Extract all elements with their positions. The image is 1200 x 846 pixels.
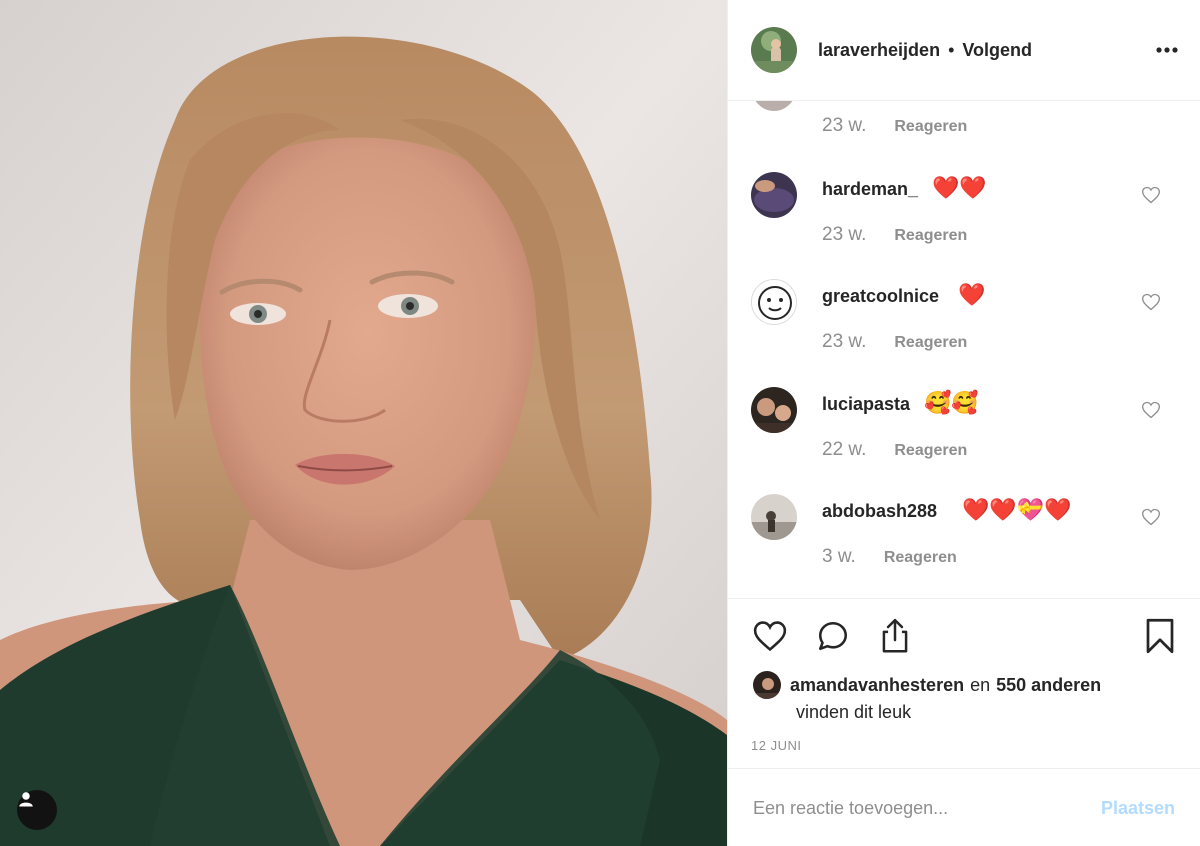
portrait-image [0,0,727,846]
comment-text: ❤️ [958,283,986,308]
reply-button[interactable]: Reageren [894,334,967,352]
commenter-username[interactable]: luciapasta [822,394,910,415]
author-username[interactable]: laraverheijden [818,40,940,61]
comments-list[interactable]: 23 w. Reageren hardeman_ ❤️❤️ 23 w. Reag… [728,101,1200,598]
like-button[interactable] [751,617,789,655]
user-tag-icon [19,792,33,807]
save-bookmark-button[interactable] [1142,616,1178,656]
comment-meta: 22 w. Reageren [822,439,967,461]
comment-item: abdobash288 ❤️❤️💝❤️ 3 w. Reageren [728,494,1200,598]
user-tag-button[interactable] [17,790,57,830]
commenter-username[interactable]: greatcoolnice [822,286,939,307]
post-date[interactable]: 12 JUNI [751,738,801,753]
comment-text: 🥰🥰 [924,391,979,416]
comment-meta: 23 w. Reageren [822,331,967,353]
comment-meta: 3 w. Reageren [822,546,957,568]
commenter-avatar[interactable] [751,387,797,433]
post-header: laraverheijden • Volgend [728,0,1200,101]
comment-text: ❤️❤️💝❤️ [962,498,1072,523]
post-comment-button[interactable]: Plaatsen [1101,798,1175,819]
comment-text: ❤️❤️ [932,176,987,201]
add-comment-form: Plaatsen [728,768,1200,846]
commenter-username[interactable]: abdobash288 [822,501,937,522]
likes-conjunction: en [970,674,991,695]
more-options-button[interactable] [1151,38,1183,62]
likes-others-link[interactable]: 550 anderen [996,675,1101,696]
share-upload-icon [882,618,908,653]
like-comment-heart-icon[interactable] [1141,400,1161,420]
commenter-avatar[interactable] [751,494,797,540]
reply-button[interactable]: Reageren [894,227,967,245]
reply-button[interactable]: Reageren [894,118,967,136]
reply-button[interactable]: Reageren [894,442,967,460]
comment-item: hardeman_ ❤️❤️ 23 w. Reageren [728,172,1200,279]
reply-button[interactable]: Reageren [884,549,957,567]
like-comment-heart-icon[interactable] [1141,292,1161,312]
comment-time[interactable]: 22 w. [822,439,866,461]
post-actions-section: amandavanhesteren en 550 anderen vinden … [728,598,1200,768]
bookmark-icon [1146,618,1174,654]
liker-avatar[interactable] [753,671,781,699]
post-details-panel: laraverheijden • Volgend 23 w. Reageren … [727,0,1200,846]
comment-item: greatcoolnice ❤️ 23 w. Reageren [728,279,1200,386]
separator-dot: • [948,39,955,60]
post-photo[interactable] [0,0,727,846]
comment-input[interactable] [753,791,1083,825]
commenter-username[interactable]: hardeman_ [822,179,918,200]
comment-button[interactable] [814,617,852,655]
comment-time[interactable]: 23 w. [822,224,866,246]
likes-summary: amandavanhesteren en 550 anderen [753,671,1101,699]
like-comment-heart-icon[interactable] [1141,507,1161,527]
follow-status-button[interactable]: Volgend [962,40,1032,61]
share-button[interactable] [875,616,915,656]
comment-meta-partial: 23 w. Reageren [822,115,967,137]
commenter-avatar[interactable] [751,172,797,218]
heart-icon [753,621,787,652]
comment-bubble-icon [818,621,848,651]
likes-suffix: vinden dit leuk [796,702,912,722]
liker-username[interactable]: amandavanhesteren [790,675,964,696]
author-avatar[interactable] [751,27,797,73]
commenter-avatar[interactable] [751,279,797,325]
commenter-avatar-partial[interactable] [751,101,797,111]
comment-time[interactable]: 3 w. [822,546,856,568]
comment-time[interactable]: 23 w. [822,331,866,353]
like-comment-heart-icon[interactable] [1141,185,1161,205]
comment-time[interactable]: 23 w. [822,115,866,137]
comment-meta: 23 w. Reageren [822,224,967,246]
comment-item: luciapasta 🥰🥰 22 w. Reageren [728,387,1200,494]
more-options-icon [1156,47,1178,53]
